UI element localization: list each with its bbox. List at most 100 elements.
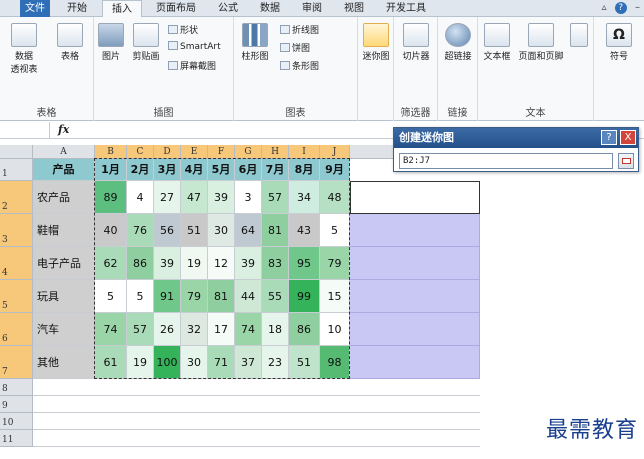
tab-file[interactable]: 文件 [20, 0, 50, 17]
row-header-6[interactable]: 6 [0, 313, 33, 346]
hyperlink-globe-icon [445, 23, 471, 47]
dialog-help-button[interactable]: ? [601, 130, 617, 145]
column-header-I[interactable]: I [289, 145, 320, 159]
group-tables: 数据 透视表 表格 表格 [0, 17, 94, 121]
column-header-D[interactable]: D [154, 145, 181, 159]
header-footer-icon [528, 23, 554, 47]
row-number: 5 [2, 301, 8, 311]
column-header-G[interactable]: G [235, 145, 262, 159]
column-header-F[interactable]: F [208, 145, 235, 159]
picture-button[interactable]: 图片 [96, 23, 126, 62]
column-header-C[interactable]: C [127, 145, 154, 159]
column-header-J[interactable]: J [320, 145, 350, 159]
row-number: 2 [2, 202, 8, 212]
line-chart-icon [280, 25, 290, 34]
row-header-2[interactable]: 2 [0, 181, 33, 214]
help-icon[interactable]: ? [614, 2, 627, 14]
row-header-10[interactable]: 10 [0, 413, 33, 430]
tab-formulas[interactable]: 公式 [210, 0, 246, 17]
select-all-corner[interactable] [0, 145, 33, 159]
range-collapse-button[interactable] [618, 153, 634, 169]
header-cell-product[interactable]: 产品 [33, 159, 95, 181]
product-cell[interactable]: 农产品 [33, 181, 95, 214]
product-cell[interactable]: 鞋帽 [33, 214, 95, 247]
empty-row[interactable] [33, 379, 480, 396]
row-header-11[interactable]: 11 [0, 430, 33, 447]
group-illustrations: 图片 剪贴画 形状 SmartArt 屏幕截图 插图 [94, 17, 234, 121]
product-cell[interactable]: 汽车 [33, 313, 95, 346]
row-header-1[interactable]: 1 [0, 159, 33, 181]
screenshot-button[interactable]: 屏幕截图 [168, 59, 216, 72]
group-label-charts: 图表 [285, 108, 306, 119]
row-header-5[interactable]: 5 [0, 280, 33, 313]
product-cell[interactable]: 电子产品 [33, 247, 95, 280]
row-header-9[interactable]: 9 [0, 396, 33, 413]
sparkline-icon [363, 23, 389, 47]
tab-developer[interactable]: 开发工具 [378, 0, 434, 17]
group-sparklines: 迷你图 [358, 17, 394, 121]
row-header-7[interactable]: 7 [0, 346, 33, 379]
ribbon-tab-bar: 文件 开始 插入 页面布局 公式 数据 审阅 视图 开发工具 ▵ ? – [0, 0, 644, 18]
row-header-3[interactable]: 3 [0, 214, 33, 247]
tab-view[interactable]: 视图 [336, 0, 372, 17]
shapes-icon [168, 25, 178, 34]
table-icon [57, 23, 83, 47]
column-header-A[interactable]: A [33, 145, 95, 159]
table-button[interactable]: 表格 [50, 23, 90, 62]
product-cell[interactable]: 其他 [33, 346, 95, 379]
tab-data[interactable]: 数据 [252, 0, 288, 17]
symbol-button[interactable]: Ω 符号 [602, 23, 636, 62]
row-number: 6 [2, 334, 8, 344]
sparkline-target-cell[interactable] [350, 181, 480, 214]
row-number: 1 [2, 169, 8, 179]
bar-chart-icon [280, 61, 290, 70]
column-header-B[interactable]: B [95, 145, 127, 159]
tab-page-layout[interactable]: 页面布局 [148, 0, 204, 17]
name-box[interactable] [0, 122, 50, 138]
dialog-close-button[interactable]: X [620, 130, 636, 145]
sparkline-target-cell[interactable] [350, 313, 480, 346]
tab-insert[interactable]: 插入 [102, 0, 142, 18]
sparkline-target-cell[interactable] [350, 214, 480, 247]
slicer-button[interactable]: 切片器 [398, 23, 434, 62]
tab-home[interactable]: 开始 [58, 0, 96, 17]
header-footer-button[interactable]: 页面和页脚 [516, 23, 566, 62]
wordart-button[interactable] [568, 23, 590, 49]
sparkline-line-button[interactable]: 迷你图 [360, 23, 392, 62]
pie-chart-icon [280, 43, 290, 52]
sparkline-target-cell[interactable] [350, 346, 480, 379]
empty-row[interactable] [33, 413, 480, 430]
hyperlink-button[interactable]: 超链接 [441, 23, 475, 62]
screenshot-icon [168, 61, 178, 70]
group-links: 超链接 链接 [438, 17, 478, 121]
line-chart-button[interactable]: 折线图 [280, 23, 319, 36]
tab-review[interactable]: 审阅 [294, 0, 330, 17]
bar-chart-button[interactable]: 条形图 [280, 59, 319, 72]
textbox-button[interactable]: 文本框 [480, 23, 514, 62]
row-header-4[interactable]: 4 [0, 247, 33, 280]
shapes-button[interactable]: 形状 [168, 23, 198, 36]
fx-icon[interactable]: fx [58, 123, 69, 136]
pivot-table-button[interactable]: 数据 透视表 [4, 23, 44, 75]
ribbon-collapse-icon[interactable]: ▵ [602, 2, 607, 13]
pie-chart-button[interactable]: 饼图 [280, 41, 310, 54]
picture-icon [98, 23, 124, 47]
empty-row[interactable] [33, 430, 480, 447]
product-cell[interactable]: 玩具 [33, 280, 95, 313]
empty-row[interactable] [33, 396, 480, 413]
smartart-button[interactable]: SmartArt [168, 41, 221, 52]
row-number: 11 [2, 435, 14, 445]
row-header-8[interactable]: 8 [0, 379, 33, 396]
column-header-H[interactable]: H [262, 145, 289, 159]
data-range-input[interactable]: B2:J7 [399, 153, 613, 169]
row-number: 9 [2, 401, 8, 411]
column-chart-button[interactable]: 柱形图 [236, 23, 274, 62]
minimize-icon[interactable]: – [635, 2, 640, 13]
clipart-button[interactable]: 剪贴画 [128, 23, 164, 62]
group-label-text: 文本 [525, 108, 546, 119]
column-header-E[interactable]: E [181, 145, 208, 159]
smartart-icon [168, 41, 178, 50]
row-number: 8 [2, 384, 8, 394]
sparkline-target-cell[interactable] [350, 247, 480, 280]
sparkline-target-cell[interactable] [350, 280, 480, 313]
